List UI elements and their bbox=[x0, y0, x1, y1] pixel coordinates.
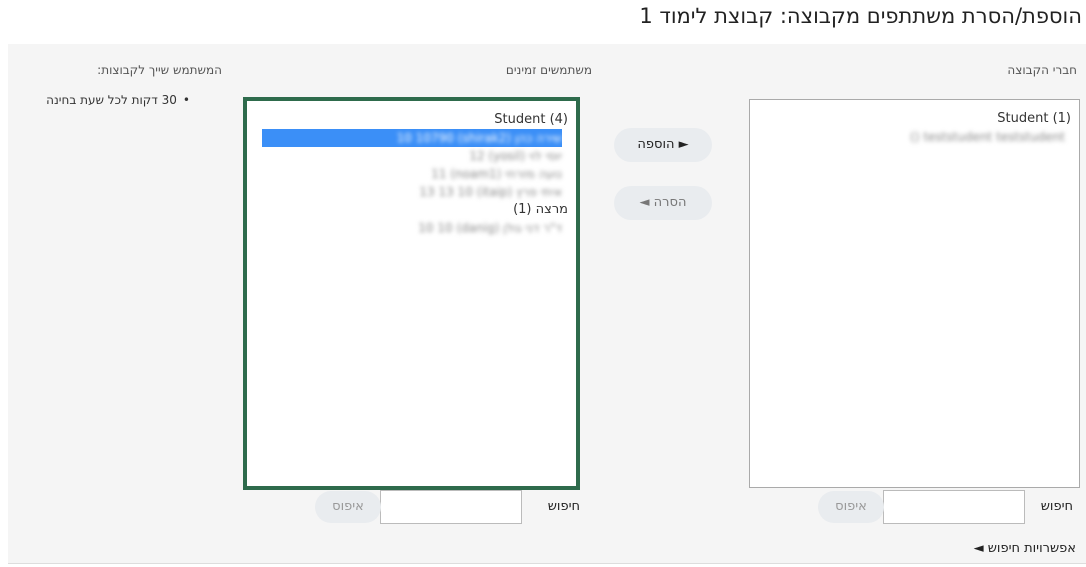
search-options-link[interactable]: אפשרויות חיפוש ◄ bbox=[974, 541, 1076, 556]
add-button[interactable]: ► הוספה bbox=[614, 128, 712, 162]
members-listbox[interactable]: Student (1) teststudent teststudent () bbox=[749, 99, 1080, 488]
page-title: הוספת/הסרת משתתפים מקבוצה: קבוצת לימוד 1 bbox=[639, 4, 1082, 28]
members-reset-button[interactable]: איפוס bbox=[818, 491, 884, 523]
members-search-input[interactable] bbox=[883, 490, 1025, 524]
potential-list-item[interactable]: יוסי לוי (yosil) 12 bbox=[247, 147, 576, 165]
user-groups-header: המשתמש שייך לקבוצות: bbox=[97, 63, 222, 77]
potential-list-item[interactable]: ד"ר דני גולן (danig) 10 10 bbox=[247, 219, 576, 237]
potential-listbox[interactable]: Student (4) שירה כהן (shirak2) 10 10790 … bbox=[243, 97, 580, 490]
potential-reset-button[interactable]: איפוס bbox=[315, 491, 381, 523]
potential-list-item[interactable]: נועה מזרחי (noam1) 11 bbox=[247, 165, 576, 183]
members-header: חברי הקבוצה bbox=[1007, 63, 1077, 77]
potential-list-item-selected[interactable]: שירה כהן (shirak2) 10 10790 bbox=[262, 129, 562, 147]
potential-group-label: מרצה (1) bbox=[513, 202, 568, 217]
potential-header: משתמשים זמינים bbox=[505, 63, 592, 77]
members-list-item[interactable]: teststudent teststudent () bbox=[750, 128, 1079, 146]
potential-search-input[interactable] bbox=[380, 490, 522, 524]
bullet-icon: • bbox=[182, 93, 190, 107]
potential-search-label: חיפוש bbox=[547, 499, 580, 514]
remove-button[interactable]: הסרה ◄ bbox=[614, 186, 712, 220]
user-group-item: •30 דקות לכל שעת בחינה bbox=[46, 93, 190, 107]
members-search-label: חיפוש bbox=[1040, 499, 1073, 514]
potential-group-label: Student (4) bbox=[494, 112, 568, 127]
potential-list-item[interactable]: איתי פרץ (itaip) 13 13 10 bbox=[247, 183, 576, 201]
members-group-label: Student (1) bbox=[997, 111, 1071, 126]
